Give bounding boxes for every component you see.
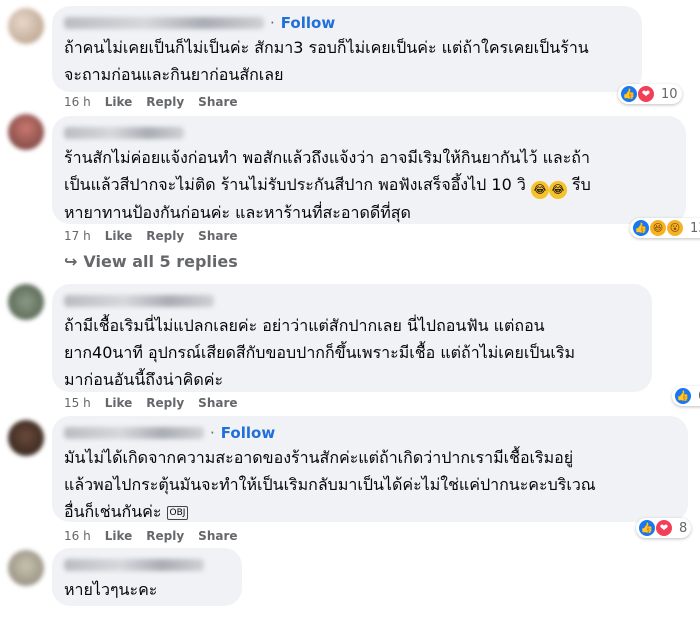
- reaction-count: 13: [690, 220, 700, 236]
- reactions-summary[interactable]: 👍 ❤ 8: [636, 518, 692, 538]
- comment-text: ถ้ามีเชื้อเริมนี่ไม่แปลกเลยค่ะ อย่าว่าแต…: [64, 316, 575, 389]
- comment-actions: 17 h Like Reply Share: [64, 229, 238, 243]
- love-icon: ❤: [655, 519, 673, 537]
- like-icon: 👍: [620, 85, 638, 103]
- reply-button[interactable]: Reply: [146, 95, 184, 109]
- author-name[interactable]: [64, 127, 184, 139]
- avatar[interactable]: [8, 550, 44, 586]
- avatar[interactable]: [8, 420, 44, 456]
- comment-text: มันไม่ได้เกิดจากความสะอาดของร้านสักค่ะแต…: [64, 448, 596, 521]
- comment-bubble: ถ้ามีเชื้อเริมนี่ไม่แปลกเลยค่ะ อย่าว่าแต…: [52, 284, 652, 392]
- comment-bubble: หายไวๆนะคะ: [52, 548, 242, 606]
- reaction-count: 8: [679, 520, 688, 536]
- reactions-summary[interactable]: 👍 ❤ 10: [618, 84, 682, 104]
- author-name[interactable]: [64, 17, 264, 29]
- laughing-emoji-icon: 😂: [530, 181, 549, 199]
- comment-actions: 15 h Like Reply Share: [64, 396, 238, 410]
- like-button[interactable]: Like: [105, 229, 133, 243]
- timestamp[interactable]: 16 h: [64, 95, 91, 109]
- reactions-summary[interactable]: 👍 😆 😮 13: [630, 218, 700, 238]
- avatar[interactable]: [8, 284, 44, 320]
- like-icon: 👍: [674, 387, 692, 405]
- like-button[interactable]: Like: [105, 396, 133, 410]
- comment-bubble: · Follow มันไม่ได้เกิดจากความสะอาดของร้า…: [52, 416, 688, 522]
- wow-icon: 😮: [666, 219, 684, 237]
- comment-bubble: ร้านสักไม่ค่อยแจ้งก่อนทำ พอสักแล้วถึงแจ้…: [52, 116, 686, 224]
- like-button[interactable]: Like: [105, 95, 133, 109]
- author-name[interactable]: [64, 295, 214, 307]
- love-icon: ❤: [637, 85, 655, 103]
- comment-text: ถ้าคนไม่เคยเป็นก็ไม่เป็นค่ะ สักมา3 รอบก็…: [64, 38, 589, 84]
- share-button[interactable]: Share: [198, 529, 237, 543]
- follow-button[interactable]: Follow: [281, 14, 335, 32]
- view-replies-link[interactable]: ↪ View all 5 replies: [64, 252, 238, 271]
- comment-bubble: · Follow ถ้าคนไม่เคยเป็นก็ไม่เป็นค่ะ สัก…: [52, 6, 642, 92]
- comment-text: ร้านสักไม่ค่อยแจ้งก่อนทำ พอสักแล้วถึงแจ้…: [64, 148, 591, 222]
- laughing-emoji-icon: 😂: [548, 181, 567, 199]
- share-button[interactable]: Share: [198, 229, 237, 243]
- author-name[interactable]: [64, 427, 204, 439]
- timestamp[interactable]: 17 h: [64, 229, 91, 243]
- share-button[interactable]: Share: [198, 396, 237, 410]
- timestamp[interactable]: 16 h: [64, 529, 91, 543]
- comment-actions: 16 h Like Reply Share: [64, 529, 238, 543]
- avatar[interactable]: [8, 114, 44, 150]
- obj-icon: OBJ: [166, 506, 189, 520]
- avatar[interactable]: [8, 8, 44, 44]
- comment-actions: [64, 608, 68, 622]
- reaction-count: 10: [661, 86, 678, 102]
- reply-button[interactable]: Reply: [146, 529, 184, 543]
- timestamp[interactable]: 15 h: [64, 396, 91, 410]
- like-icon: 👍: [638, 519, 656, 537]
- follow-button[interactable]: Follow: [221, 424, 275, 442]
- reply-button[interactable]: Reply: [146, 229, 184, 243]
- author-name[interactable]: [64, 559, 204, 571]
- reactions-summary[interactable]: 👍 6: [672, 386, 700, 406]
- reply-button[interactable]: Reply: [146, 396, 184, 410]
- haha-icon: 😆: [649, 219, 667, 237]
- like-button[interactable]: Like: [105, 529, 133, 543]
- like-icon: 👍: [632, 219, 650, 237]
- comment-text: หายไวๆนะคะ: [64, 580, 158, 599]
- share-button[interactable]: Share: [198, 95, 237, 109]
- comment-actions: 16 h Like Reply Share: [64, 95, 238, 109]
- reply-arrow-icon: ↪: [64, 252, 78, 271]
